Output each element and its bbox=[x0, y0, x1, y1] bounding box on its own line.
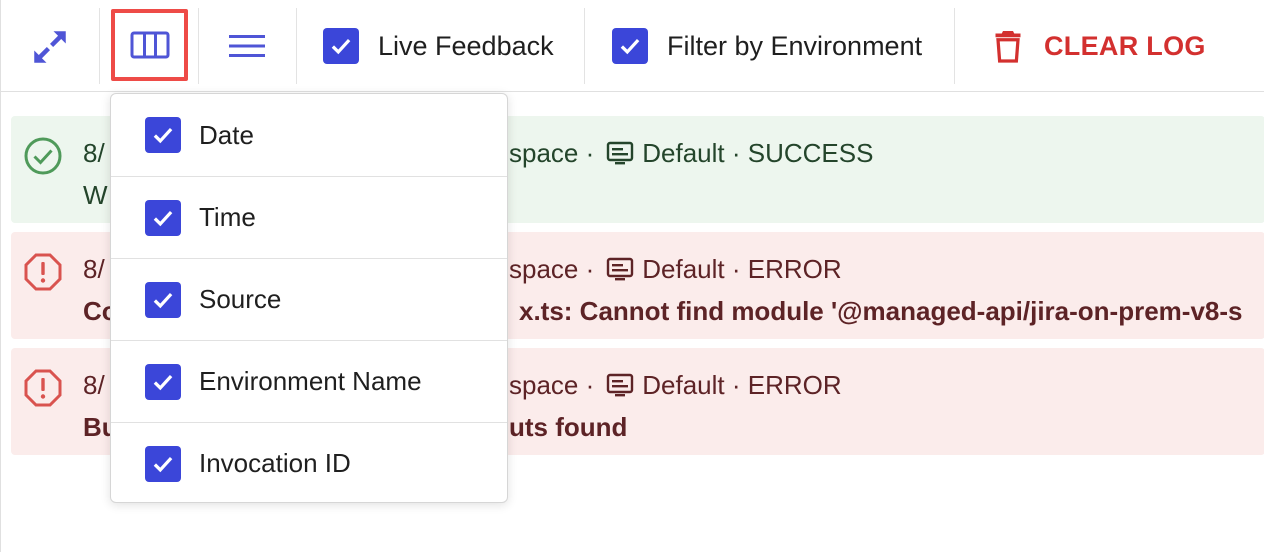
live-feedback-label: Live Feedback bbox=[378, 30, 554, 61]
log-meta: space · Default · SUCCESS bbox=[509, 138, 873, 169]
error-octagon-icon bbox=[24, 369, 62, 407]
expand-diagonal-icon bbox=[34, 31, 66, 63]
checkbox-checked-icon bbox=[145, 445, 181, 482]
rows-density-button[interactable] bbox=[225, 28, 269, 64]
environment-monitor-icon bbox=[606, 141, 634, 167]
column-option-date[interactable]: Date bbox=[111, 94, 507, 176]
column-option-label: Source bbox=[199, 284, 282, 314]
log-workspace: space · bbox=[509, 254, 595, 284]
check-circle-icon bbox=[24, 137, 62, 175]
log-separator: · bbox=[724, 254, 748, 284]
live-feedback-toggle[interactable]: Live Feedback bbox=[323, 28, 554, 64]
column-option-label: Date bbox=[199, 119, 254, 150]
column-option-label: Invocation ID bbox=[199, 448, 351, 478]
view-columns-icon bbox=[130, 31, 169, 59]
column-option-label: Environment Name bbox=[199, 366, 422, 396]
log-message: uts found bbox=[509, 412, 628, 442]
log-environment: Default bbox=[642, 370, 725, 400]
column-visibility-menu: Date Time Source Environment Name Invoca… bbox=[110, 93, 508, 503]
clear-log-label: CLEAR LOG bbox=[1044, 30, 1206, 61]
log-status: SUCCESS bbox=[747, 138, 874, 168]
log-status: ERROR bbox=[747, 254, 842, 284]
log-message: x.ts: Cannot find module '@managed-api/j… bbox=[519, 296, 1243, 326]
column-option-invocation-id[interactable]: Invocation ID bbox=[111, 422, 507, 504]
column-option-label: Time bbox=[199, 202, 256, 232]
log-date: 8/ bbox=[83, 138, 105, 168]
checkbox-checked-icon bbox=[612, 28, 648, 64]
log-status: ERROR bbox=[747, 370, 842, 400]
column-option-source[interactable]: Source bbox=[111, 258, 507, 340]
toolbar: Live Feedback Filter by Environment CLEA… bbox=[1, 0, 1264, 92]
checkbox-checked-icon bbox=[145, 281, 181, 318]
log-meta: space · Default · ERROR bbox=[509, 370, 842, 401]
log-separator: · bbox=[724, 138, 748, 168]
log-environment: Default bbox=[642, 254, 725, 284]
log-separator: · bbox=[724, 370, 748, 400]
log-meta: space · Default · ERROR bbox=[509, 254, 842, 285]
clear-log-button[interactable]: CLEAR LOG bbox=[993, 26, 1206, 66]
filter-environment-label: Filter by Environment bbox=[667, 30, 923, 61]
column-option-time[interactable]: Time bbox=[111, 176, 507, 258]
log-workspace: space · bbox=[509, 370, 595, 400]
log-date: 8/ bbox=[83, 370, 105, 400]
log-message: W bbox=[83, 180, 108, 210]
expand-button[interactable] bbox=[28, 25, 72, 69]
log-workspace: space · bbox=[509, 138, 595, 168]
checkbox-checked-icon bbox=[145, 117, 181, 153]
log-environment: Default bbox=[642, 138, 725, 168]
checkbox-checked-icon bbox=[145, 199, 181, 236]
columns-button[interactable] bbox=[111, 9, 188, 81]
error-octagon-icon bbox=[24, 253, 62, 291]
environment-monitor-icon bbox=[606, 373, 634, 399]
column-option-environment-name[interactable]: Environment Name bbox=[111, 340, 507, 422]
log-date: 8/ bbox=[83, 254, 105, 284]
trash-icon bbox=[995, 31, 1021, 63]
checkbox-checked-icon bbox=[145, 363, 181, 400]
filter-environment-toggle[interactable]: Filter by Environment bbox=[612, 28, 922, 64]
checkbox-checked-icon bbox=[323, 28, 359, 64]
view-rows-icon bbox=[229, 35, 265, 57]
environment-monitor-icon bbox=[606, 257, 634, 283]
console-app: Live Feedback Filter by Environment CLEA… bbox=[0, 0, 1264, 552]
